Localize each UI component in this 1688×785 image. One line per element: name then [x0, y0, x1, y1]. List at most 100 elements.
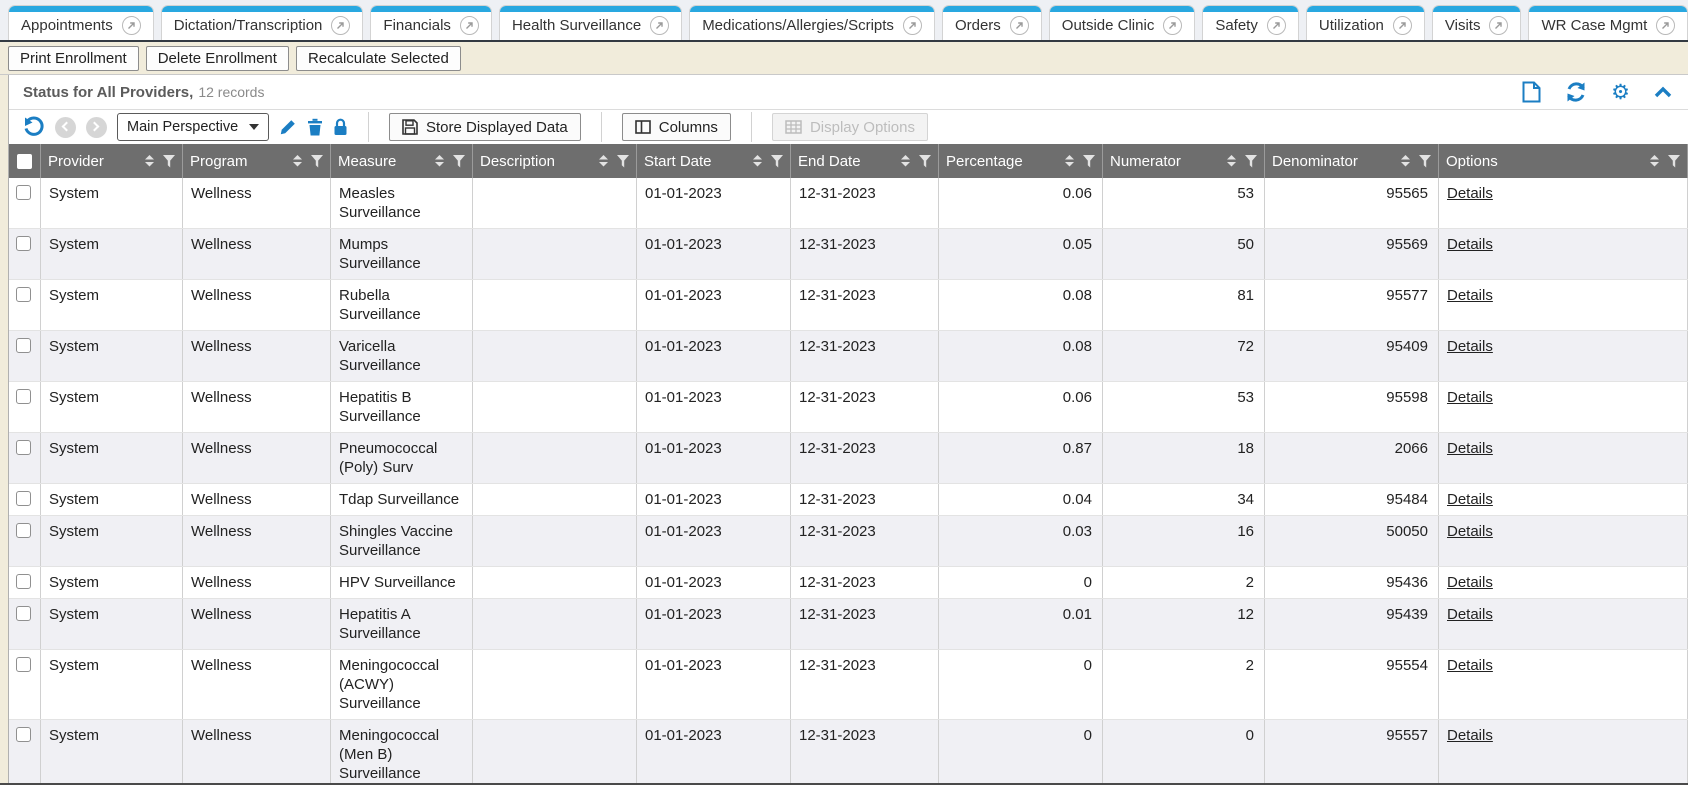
module-tab[interactable]: Orders	[942, 5, 1042, 40]
details-link[interactable]: Details	[1447, 727, 1493, 744]
row-checkbox[interactable]	[16, 389, 31, 404]
columns-button[interactable]: Columns	[622, 113, 731, 141]
header-program[interactable]: Program	[183, 144, 331, 178]
filter-funnel-icon[interactable]	[1419, 155, 1431, 168]
cell-numerator: 12	[1103, 599, 1265, 649]
header-denominator[interactable]: Denominator	[1265, 144, 1439, 178]
header-start-date[interactable]: Start Date	[637, 144, 791, 178]
sort-icon[interactable]	[1227, 155, 1236, 167]
cell-program: Wellness	[183, 331, 331, 381]
cell-start-date: 01-01-2023	[637, 280, 791, 330]
sort-icon[interactable]	[145, 155, 154, 167]
perspective-select[interactable]: Main Perspective	[117, 113, 269, 141]
header-percentage[interactable]: Percentage	[939, 144, 1103, 178]
new-document-icon[interactable]	[1522, 81, 1541, 103]
store-displayed-data-button[interactable]: Store Displayed Data	[389, 113, 581, 141]
collapse-up-icon[interactable]	[1654, 86, 1672, 98]
open-in-new-window-icon[interactable]	[903, 16, 922, 35]
details-link[interactable]: Details	[1447, 491, 1493, 508]
open-in-new-window-icon[interactable]	[122, 16, 141, 35]
sort-icon[interactable]	[753, 155, 762, 167]
header-end-date[interactable]: End Date	[791, 144, 939, 178]
open-in-new-window-icon[interactable]	[1393, 16, 1412, 35]
filter-funnel-icon[interactable]	[1245, 155, 1257, 168]
module-tab[interactable]: Medications/Allergies/Scripts	[689, 5, 935, 40]
filter-funnel-icon[interactable]	[771, 155, 783, 168]
filter-funnel-icon[interactable]	[1668, 155, 1680, 168]
module-tab[interactable]: Utilization	[1306, 5, 1425, 40]
details-link[interactable]: Details	[1447, 185, 1493, 202]
print-enrollment-button[interactable]: Print Enrollment	[8, 46, 139, 71]
module-tab[interactable]: WR Case Mgmt	[1528, 5, 1688, 40]
row-checkbox[interactable]	[16, 606, 31, 621]
tab-label: Medications/Allergies/Scripts	[702, 17, 894, 34]
gear-icon[interactable]: ⚙	[1611, 82, 1630, 102]
filter-funnel-icon[interactable]	[453, 155, 465, 168]
header-measure[interactable]: Measure	[331, 144, 473, 178]
row-checkbox[interactable]	[16, 236, 31, 251]
sort-icon[interactable]	[435, 155, 444, 167]
header-options[interactable]: Options	[1439, 144, 1688, 178]
select-all-checkbox[interactable]	[17, 154, 32, 169]
nav-forward-icon[interactable]	[86, 117, 107, 138]
nav-back-icon[interactable]	[55, 117, 76, 138]
row-checkbox[interactable]	[16, 440, 31, 455]
header-description[interactable]: Description	[473, 144, 637, 178]
row-checkbox[interactable]	[16, 727, 31, 742]
module-tab[interactable]: Visits	[1432, 5, 1522, 40]
module-tab[interactable]: Outside Clinic	[1049, 5, 1196, 40]
open-in-new-window-icon[interactable]	[1267, 16, 1286, 35]
details-link[interactable]: Details	[1447, 523, 1493, 540]
sort-icon[interactable]	[1401, 155, 1410, 167]
details-link[interactable]: Details	[1447, 287, 1493, 304]
row-checkbox[interactable]	[16, 523, 31, 538]
header-numerator[interactable]: Numerator	[1103, 144, 1265, 178]
details-link[interactable]: Details	[1447, 236, 1493, 253]
open-in-new-window-icon[interactable]	[1010, 16, 1029, 35]
row-checkbox[interactable]	[16, 657, 31, 672]
recalculate-selected-button[interactable]: Recalculate Selected	[296, 46, 461, 71]
row-checkbox[interactable]	[16, 185, 31, 200]
row-checkbox[interactable]	[16, 491, 31, 506]
details-link[interactable]: Details	[1447, 657, 1493, 674]
details-link[interactable]: Details	[1447, 338, 1493, 355]
sort-icon[interactable]	[599, 155, 608, 167]
details-link[interactable]: Details	[1447, 440, 1493, 457]
refresh-icon[interactable]	[1565, 81, 1587, 103]
filter-funnel-icon[interactable]	[919, 155, 931, 168]
row-checkbox[interactable]	[16, 338, 31, 353]
header-provider[interactable]: Provider	[41, 144, 183, 178]
columns-button-label: Columns	[659, 119, 718, 136]
open-in-new-window-icon[interactable]	[1656, 16, 1675, 35]
cell-description	[473, 516, 637, 566]
undo-icon[interactable]	[23, 116, 45, 138]
details-link[interactable]: Details	[1447, 389, 1493, 406]
open-in-new-window-icon[interactable]	[331, 16, 350, 35]
sort-icon[interactable]	[901, 155, 910, 167]
filter-funnel-icon[interactable]	[1083, 155, 1095, 168]
module-tab[interactable]: Dictation/Transcription	[161, 5, 364, 40]
filter-funnel-icon[interactable]	[311, 155, 323, 168]
sort-icon[interactable]	[1650, 155, 1659, 167]
module-tab[interactable]: Financials	[370, 5, 492, 40]
open-in-new-window-icon[interactable]	[1163, 16, 1182, 35]
row-checkbox[interactable]	[16, 574, 31, 589]
delete-enrollment-button[interactable]: Delete Enrollment	[146, 46, 289, 71]
filter-funnel-icon[interactable]	[163, 155, 175, 168]
lock-icon[interactable]	[333, 118, 348, 136]
module-tab[interactable]: Appointments	[8, 5, 154, 40]
sort-icon[interactable]	[293, 155, 302, 167]
trash-icon[interactable]	[307, 118, 323, 136]
open-in-new-window-icon[interactable]	[1489, 16, 1508, 35]
sort-icon[interactable]	[1065, 155, 1074, 167]
open-in-new-window-icon[interactable]	[650, 16, 669, 35]
module-tab[interactable]: Health Surveillance	[499, 5, 682, 40]
module-tab[interactable]: Safety	[1202, 5, 1299, 40]
open-in-new-window-icon[interactable]	[460, 16, 479, 35]
row-checkbox[interactable]	[16, 287, 31, 302]
details-link[interactable]: Details	[1447, 606, 1493, 623]
display-options-button[interactable]: Display Options	[772, 113, 928, 141]
details-link[interactable]: Details	[1447, 574, 1493, 591]
pencil-icon[interactable]	[279, 118, 297, 136]
filter-funnel-icon[interactable]	[617, 155, 629, 168]
